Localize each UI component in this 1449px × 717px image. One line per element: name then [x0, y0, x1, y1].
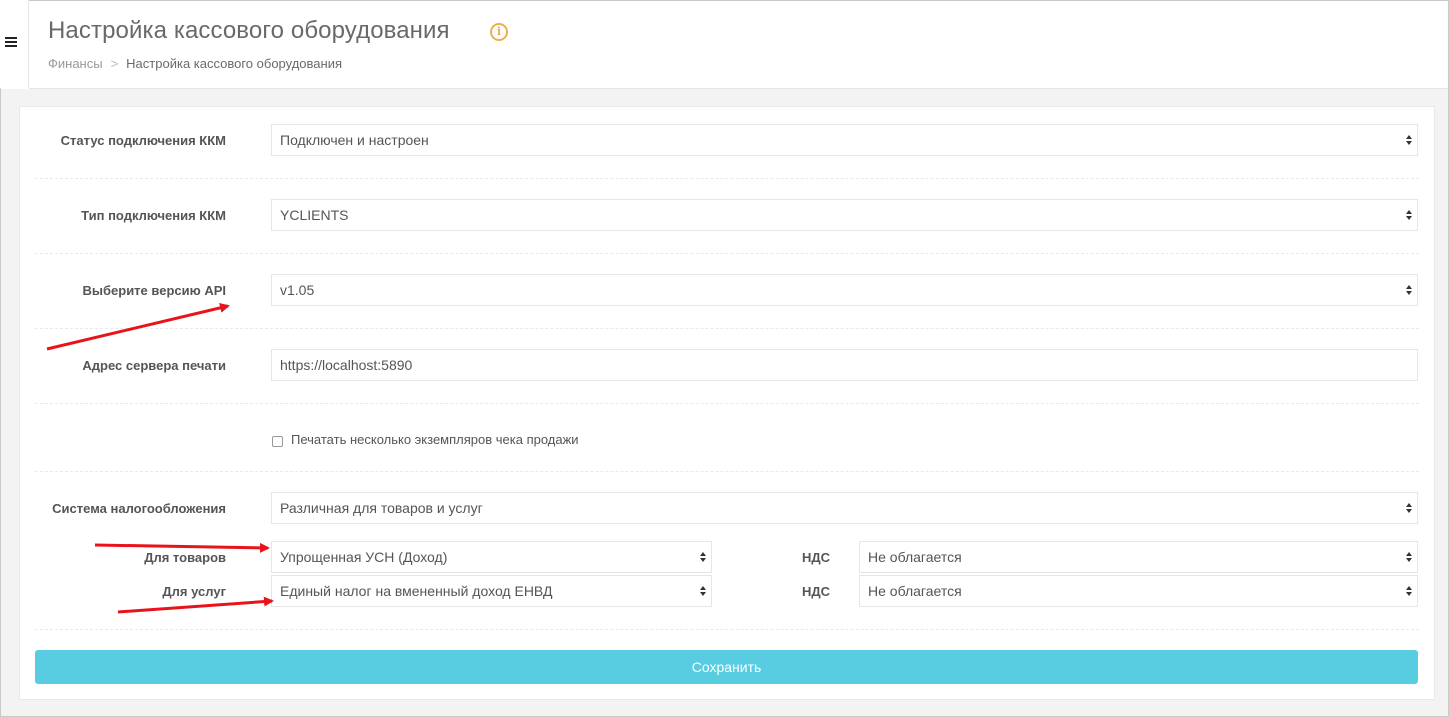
save-button[interactable]: Сохранить	[35, 650, 1418, 684]
sidebar-toggle-area	[0, 0, 29, 88]
select-arrows-icon	[1406, 503, 1412, 514]
goods-vat-label: НДС	[801, 550, 830, 565]
services-label: Для услуг	[162, 584, 226, 599]
services-vat-value: Не облагается	[868, 583, 962, 599]
print-server-input[interactable]: https://localhost:5890	[271, 349, 1418, 381]
print-server-label: Адрес сервера печати	[82, 358, 226, 373]
services-vat-label: НДС	[801, 584, 830, 599]
select-arrows-icon	[1406, 210, 1412, 221]
services-tax-select[interactable]: Единый налог на вмененный доход ЕНВД	[271, 575, 712, 607]
divider	[35, 178, 1419, 179]
status-label: Статус подключения ККМ	[60, 133, 226, 148]
breadcrumb-separator: >	[110, 56, 119, 71]
hamburger-menu-icon[interactable]	[5, 37, 17, 49]
tax-system-select[interactable]: Различная для товаров и услуг	[271, 492, 1418, 524]
services-vat-select[interactable]: Не облагается	[859, 575, 1418, 607]
goods-label: Для товаров	[144, 550, 226, 565]
divider	[35, 471, 1419, 472]
status-value: Подключен и настроен	[280, 132, 429, 148]
page-title: Настройка кассового оборудования	[48, 17, 450, 44]
conn-type-value: YCLIENTS	[280, 207, 349, 223]
select-arrows-icon	[700, 586, 706, 597]
goods-tax-value: Упрощенная УСН (Доход)	[280, 549, 448, 565]
divider	[35, 328, 1419, 329]
page-header: Настройка кассового оборудования i Финан…	[29, 1, 1448, 89]
info-icon[interactable]: i	[490, 23, 508, 41]
multi-copies-label[interactable]: Печатать несколько экземпляров чека прод…	[291, 432, 579, 447]
divider	[35, 403, 1419, 404]
select-arrows-icon	[1406, 285, 1412, 296]
select-arrows-icon	[1406, 552, 1412, 563]
api-version-select[interactable]: v1.05	[271, 274, 1418, 306]
status-select[interactable]: Подключен и настроен	[271, 124, 1418, 156]
api-version-label: Выберите версию API	[82, 283, 227, 298]
breadcrumb-link-finance[interactable]: Финансы	[48, 56, 103, 71]
goods-tax-select[interactable]: Упрощенная УСН (Доход)	[271, 541, 712, 573]
divider	[35, 253, 1419, 254]
tax-system-value: Различная для товаров и услуг	[280, 500, 483, 516]
select-arrows-icon	[1406, 135, 1412, 146]
goods-vat-value: Не облагается	[868, 549, 962, 565]
select-arrows-icon	[1406, 586, 1412, 597]
multi-copies-checkbox[interactable]	[272, 436, 283, 447]
print-server-value: https://localhost:5890	[280, 357, 413, 373]
tax-system-label: Система налогообложения	[52, 501, 226, 516]
divider	[35, 629, 1419, 630]
services-tax-value: Единый налог на вмененный доход ЕНВД	[280, 583, 553, 599]
goods-vat-select[interactable]: Не облагается	[859, 541, 1418, 573]
conn-type-select[interactable]: YCLIENTS	[271, 199, 1418, 231]
select-arrows-icon	[700, 552, 706, 563]
api-version-value: v1.05	[280, 282, 315, 298]
breadcrumb: Финансы > Настройка кассового оборудования	[48, 56, 342, 71]
breadcrumb-current: Настройка кассового оборудования	[126, 56, 342, 71]
conn-type-label: Тип подключения ККМ	[81, 208, 226, 223]
kkm-settings-form: Статус подключения ККМ Подключен и настр…	[19, 106, 1435, 700]
